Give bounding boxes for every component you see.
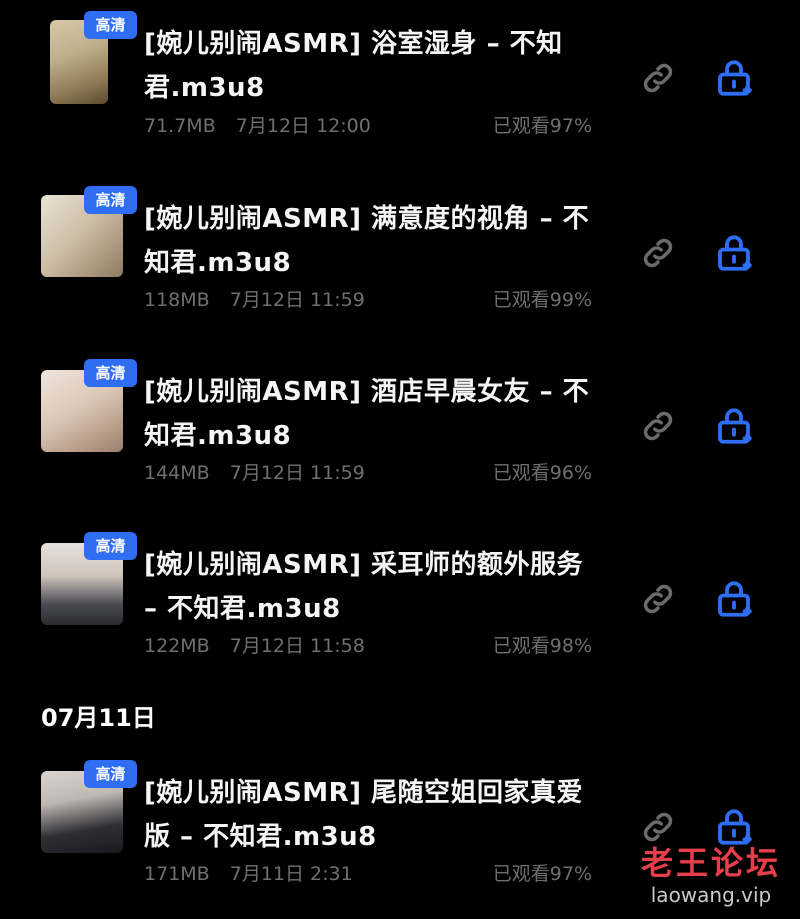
video-meta: 71.7MB 7月12日 12:00 [144,111,385,138]
video-title[interactable]: [婉儿别闹ASMR] 浴室湿身 – 不知君.m3u8 [144,22,604,110]
video-title[interactable]: [婉儿别闹ASMR] 酒店早晨女友 – 不知君.m3u8 [144,370,604,458]
video-meta: 118MB 7月12日 11:59 [144,285,379,312]
download-date: 7月11日 2:31 [229,863,353,885]
download-date: 7月12日 12:00 [235,115,371,137]
hd-badge: 高清 [84,359,137,387]
download-date: 7月12日 11:59 [229,289,365,311]
link-button[interactable] [636,231,680,275]
lock-button[interactable] [712,404,756,448]
video-title[interactable]: [婉儿别闹ASMR] 采耳师的额外服务 – 不知君.m3u8 [144,543,604,631]
lock-button[interactable] [712,577,756,621]
lock-button[interactable] [712,231,756,275]
file-size: 118MB [144,289,210,311]
video-meta: 171MB 7月11日 2:31 [144,859,367,886]
lock-button[interactable] [712,56,756,100]
list-item[interactable]: 高清 [婉儿别闹ASMR] 酒店早晨女友 – 不知君.m3u8 144MB 7月… [0,348,800,498]
watermark-en: laowang.vip [650,883,772,907]
lock-icon [718,809,752,845]
link-button[interactable] [636,56,680,100]
lock-icon [718,235,752,271]
lock-icon [718,408,752,444]
file-size: 144MB [144,462,210,484]
watch-progress: 已观看96% [492,462,592,484]
link-button[interactable] [636,577,680,621]
list-item[interactable]: 高清 [婉儿别闹ASMR] 浴室湿身 – 不知君.m3u8 71.7MB 7月1… [0,0,800,150]
link-icon [643,63,673,93]
watermark-cn: 老王论坛 [640,844,781,882]
watch-progress: 已观看98% [492,635,592,657]
video-meta: 144MB 7月12日 11:59 [144,458,379,485]
watch-progress: 已观看97% [492,115,592,137]
lock-icon [718,60,752,96]
hd-badge: 高清 [84,760,137,788]
file-size: 71.7MB [144,115,216,137]
hd-badge: 高清 [84,11,137,39]
download-date: 7月12日 11:59 [229,462,365,484]
watch-progress: 已观看99% [492,289,592,311]
site-watermark: 老王论坛 laowang.vip [636,843,786,913]
download-list: 高清 [婉儿别闹ASMR] 浴室湿身 – 不知君.m3u8 71.7MB 7月1… [0,0,800,919]
file-size: 122MB [144,635,210,657]
download-date: 7月12日 11:58 [229,635,365,657]
link-icon [643,238,673,268]
list-item[interactable]: 高清 [婉儿别闹ASMR] 采耳师的额外服务 – 不知君.m3u8 122MB … [0,521,800,671]
hd-badge: 高清 [84,532,137,560]
link-button[interactable] [636,404,680,448]
video-title[interactable]: [婉儿别闹ASMR] 满意度的视角 – 不知君.m3u8 [144,197,604,285]
video-title[interactable]: [婉儿别闹ASMR] 尾随空姐回家真爱版 – 不知君.m3u8 [144,771,604,859]
date-section-header: 07月11日 [41,704,156,732]
link-icon [643,812,673,842]
watch-progress: 已观看97% [492,863,592,885]
video-meta: 122MB 7月12日 11:58 [144,631,379,658]
list-item[interactable]: 高清 [婉儿别闹ASMR] 满意度的视角 – 不知君.m3u8 118MB 7月… [0,175,800,325]
link-icon [643,411,673,441]
file-size: 171MB [144,863,210,885]
lock-icon [718,581,752,617]
hd-badge: 高清 [84,186,137,214]
link-icon [643,584,673,614]
